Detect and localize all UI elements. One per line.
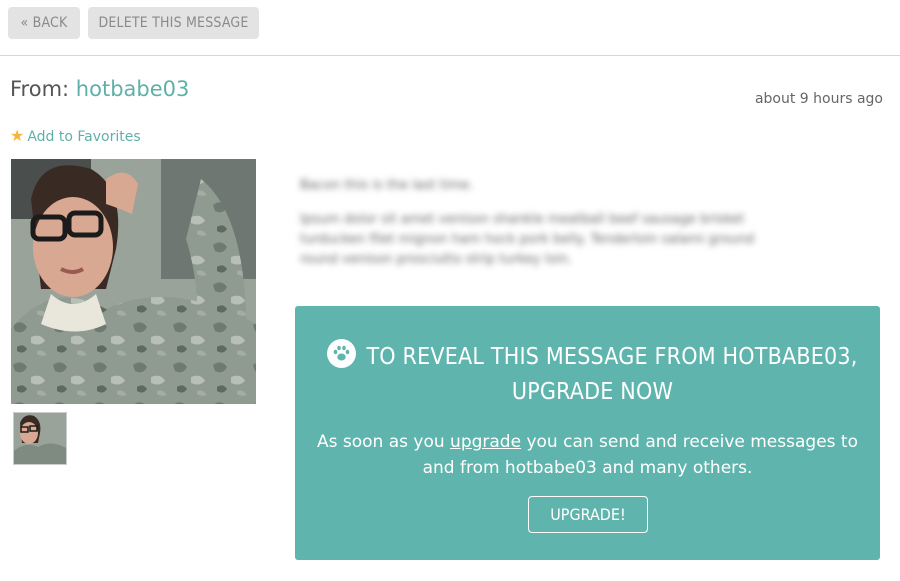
add-to-favorites-link[interactable]: ★ Add to Favorites [10,126,141,145]
back-button[interactable]: « BACK [8,7,80,39]
profile-photo[interactable] [11,159,256,404]
upgrade-title-text: TO REVEAL THIS MESSAGE FROM HOTBABE03, U… [366,344,858,405]
star-icon: ★ [10,126,25,145]
blurred-message-text: Bacon this is the last time. Ipsum dolor… [300,176,780,284]
upgrade-panel-body: As soon as you upgrade you can send and … [315,429,860,481]
delete-message-button[interactable]: DELETE THIS MESSAGE [88,7,259,39]
upgrade-panel-title: TO REVEAL THIS MESSAGE FROM HOTBABE03, U… [325,339,860,410]
upgrade-panel: TO REVEAL THIS MESSAGE FROM HOTBABE03, U… [295,306,880,560]
message-timestamp: about 9 hours ago [754,91,883,107]
from-label: From: [10,77,70,101]
upgrade-button[interactable]: UPGRADE! [528,496,648,533]
blurred-line-1: Bacon this is the last time. [300,178,474,193]
profile-photo-image [11,159,256,404]
paw-icon [327,339,357,368]
toolbar: « BACK DELETE THIS MESSAGE [0,0,900,56]
sender-username-link[interactable]: hotbabe03 [76,77,190,101]
profile-photo-thumbnail[interactable] [13,412,67,465]
blurred-line-2: Ipsum dolor sit amet venison shankle mea… [300,212,755,267]
upgrade-inline-link[interactable]: upgrade [450,432,521,452]
thumbnail-image [14,413,66,464]
upgrade-body-before: As soon as you [317,432,451,452]
message-from: From: hotbabe03 [10,77,189,101]
add-to-favorites-label: Add to Favorites [27,129,141,145]
